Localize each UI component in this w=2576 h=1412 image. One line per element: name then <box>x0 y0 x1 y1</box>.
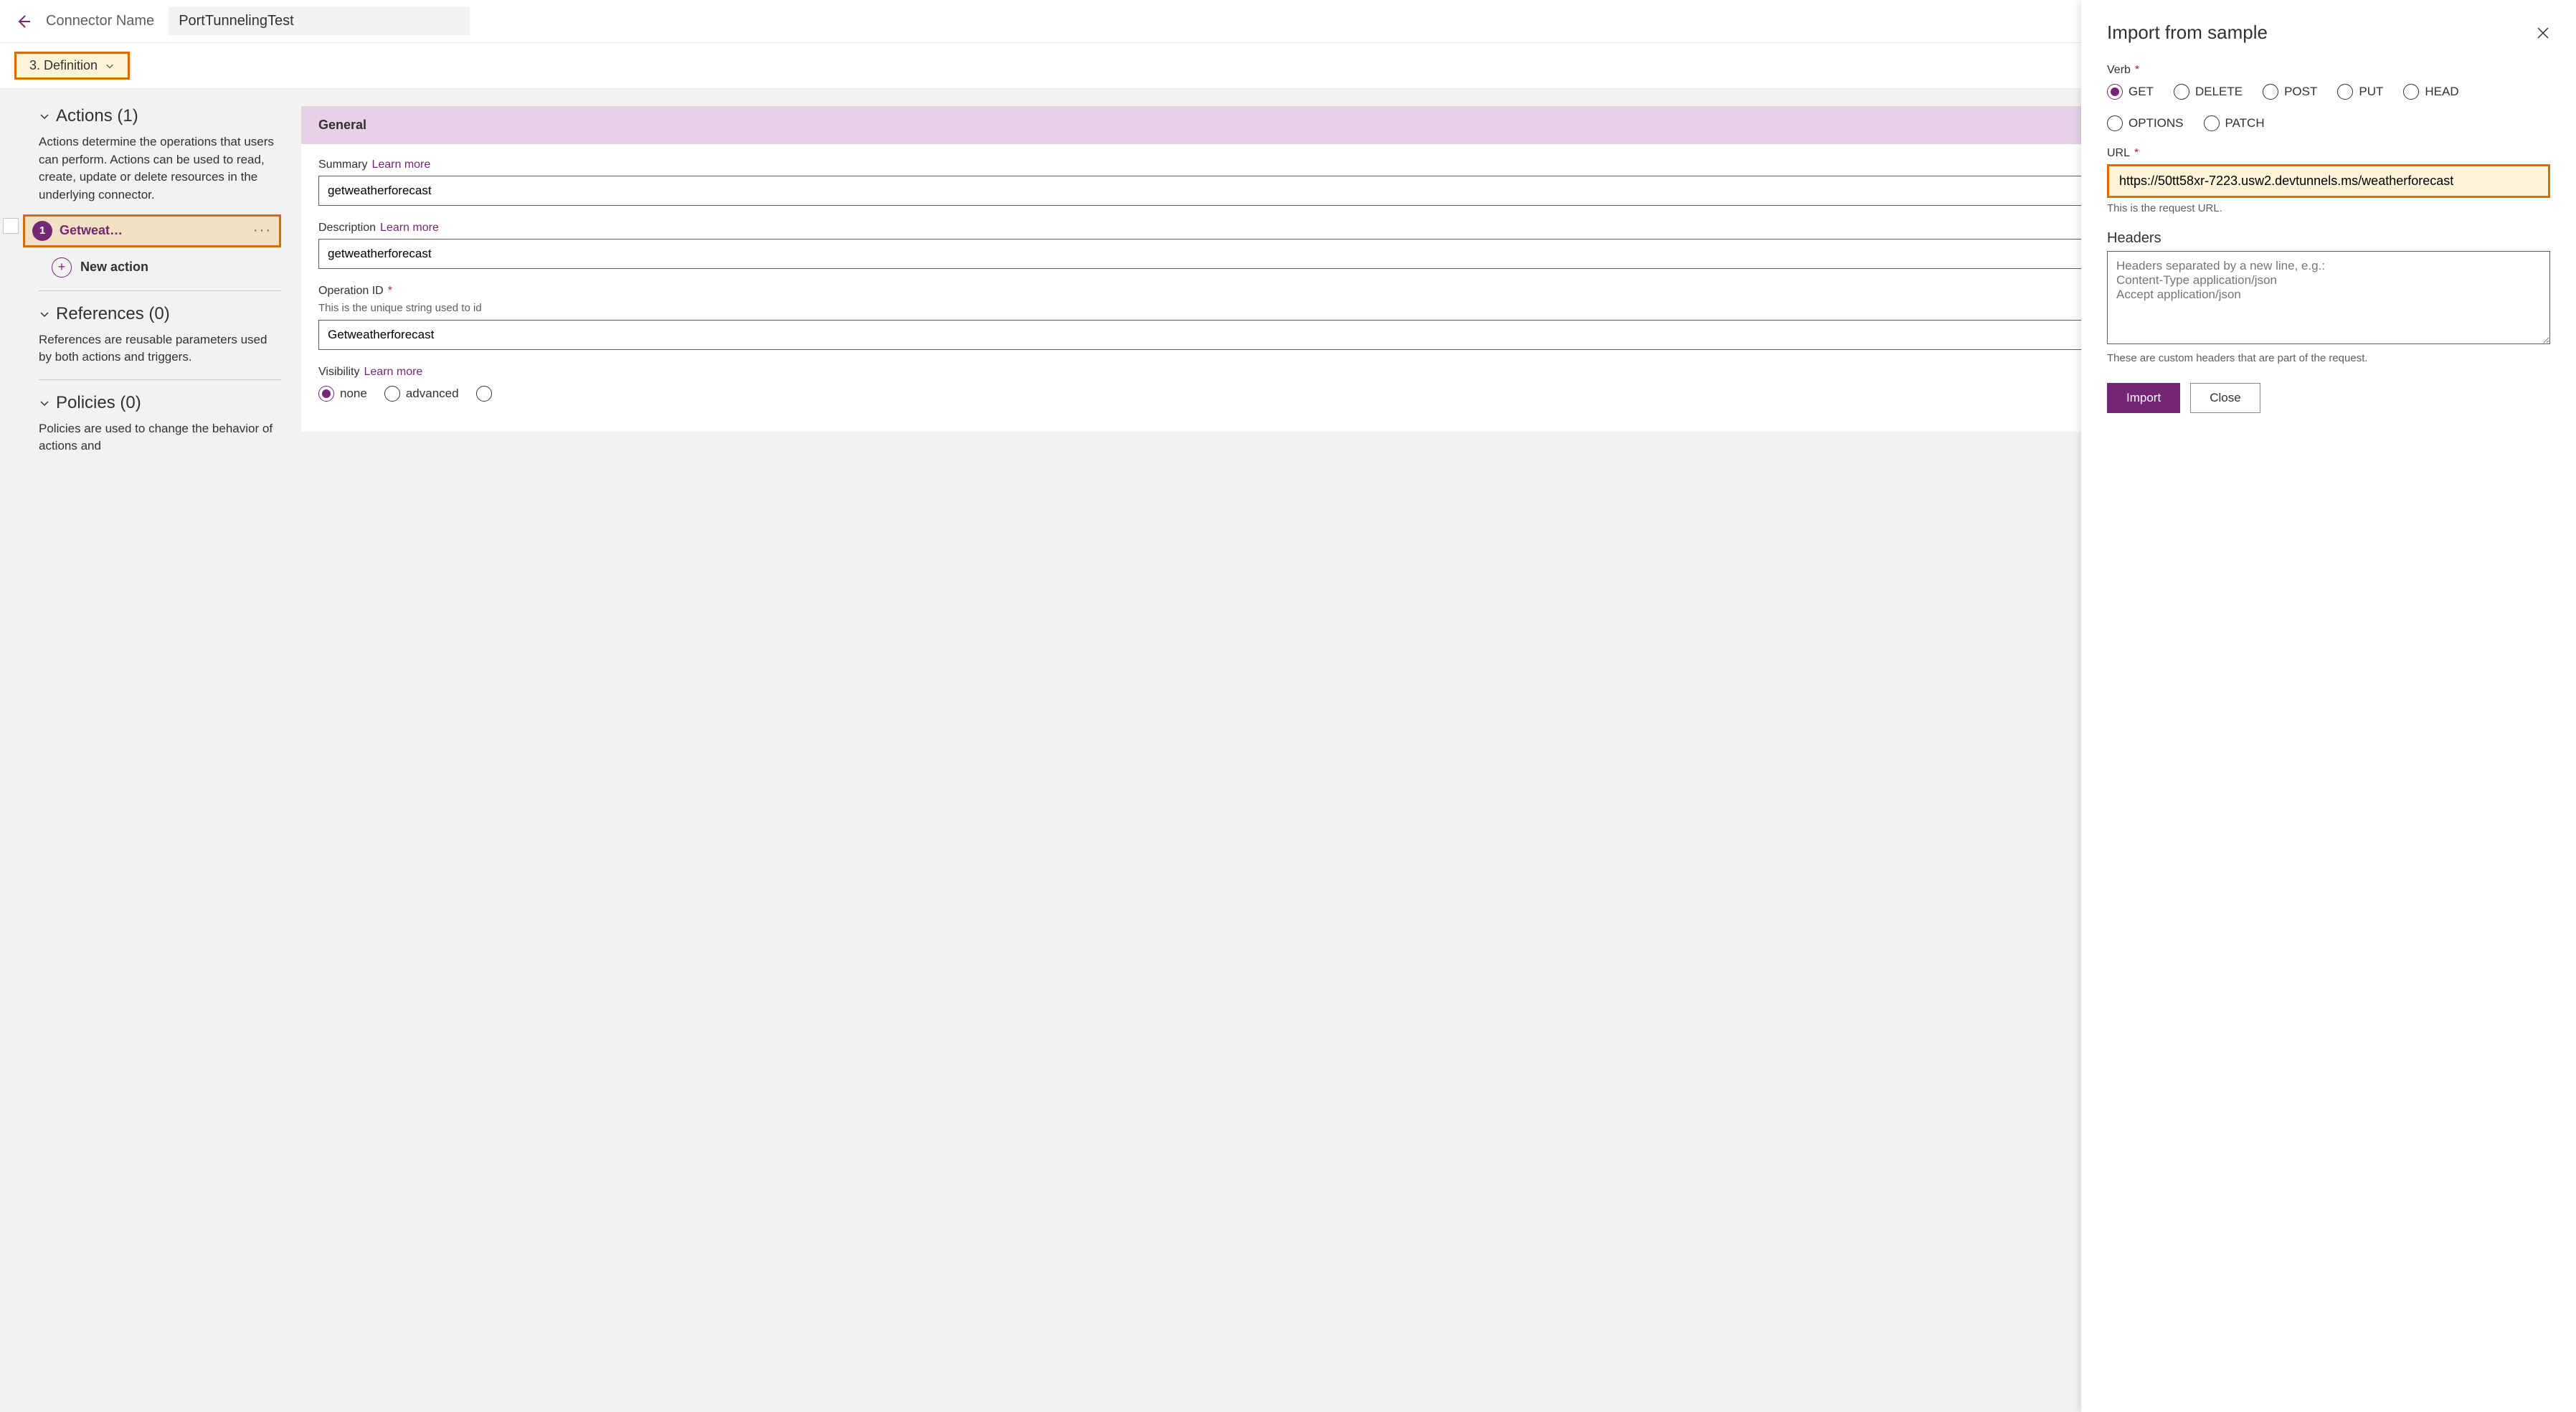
step-definition-dropdown[interactable]: 3. Definition <box>14 52 130 80</box>
plus-icon: + <box>52 257 72 278</box>
action-overflow-icon[interactable]: ··· <box>253 222 272 239</box>
action-number-badge: 1 <box>32 221 52 241</box>
headers-label: Headers <box>2107 230 2161 247</box>
new-action-button[interactable]: + New action <box>39 257 281 278</box>
action-item[interactable]: 1 Getweat… ··· <box>23 214 281 247</box>
step-label: 3. Definition <box>29 58 98 73</box>
chevron-down-icon <box>39 308 50 320</box>
radio-icon <box>318 386 334 402</box>
headers-textarea[interactable] <box>2107 251 2550 344</box>
summary-learn-more-link[interactable]: Learn more <box>371 158 430 171</box>
visibility-learn-more-link[interactable]: Learn more <box>364 366 423 379</box>
visibility-option-advanced[interactable]: advanced <box>384 386 459 402</box>
radio-icon <box>384 386 400 402</box>
radio-icon <box>2174 84 2189 100</box>
required-indicator: * <box>2134 147 2139 160</box>
new-action-label: New action <box>80 260 148 275</box>
policies-description: Policies are used to change the behavior… <box>39 420 281 455</box>
url-input[interactable] <box>2107 164 2550 198</box>
import-from-sample-panel: Import from sample Verb * GET DELETE POST P… <box>2081 0 2576 1412</box>
description-label: Description <box>318 222 376 234</box>
visibility-option-none[interactable]: none <box>318 386 367 402</box>
connector-name-input[interactable] <box>169 7 470 35</box>
verb-label: Verb <box>2107 64 2131 77</box>
chevron-down-icon <box>39 110 50 122</box>
verb-option-post[interactable]: POST <box>2263 84 2317 100</box>
required-indicator: * <box>2135 64 2139 77</box>
radio-icon <box>2107 84 2123 100</box>
policies-title: Policies (0) <box>56 393 141 413</box>
radio-icon <box>2204 115 2220 131</box>
close-icon[interactable] <box>2536 26 2550 40</box>
connector-name-label: Connector Name <box>46 13 154 29</box>
description-learn-more-link[interactable]: Learn more <box>380 222 439 234</box>
actions-description: Actions determine the operations that us… <box>39 133 281 204</box>
summary-label: Summary <box>318 158 367 171</box>
operation-id-label: Operation ID <box>318 285 384 298</box>
radio-icon <box>476 386 492 402</box>
url-label: URL <box>2107 147 2130 160</box>
verb-option-options[interactable]: OPTIONS <box>2107 115 2184 131</box>
close-button[interactable]: Close <box>2190 383 2260 413</box>
action-select-checkbox[interactable] <box>3 218 19 234</box>
divider <box>39 290 281 291</box>
verb-option-get[interactable]: GET <box>2107 84 2154 100</box>
visibility-label: Visibility <box>318 366 360 379</box>
policies-section-header[interactable]: Policies (0) <box>39 393 281 413</box>
references-section-header[interactable]: References (0) <box>39 304 281 324</box>
chevron-down-icon <box>105 61 115 71</box>
required-indicator: * <box>388 285 392 298</box>
actions-section-header[interactable]: Actions (1) <box>39 106 281 126</box>
import-button[interactable]: Import <box>2107 383 2180 413</box>
url-help: This is the request URL. <box>2107 202 2550 214</box>
chevron-down-icon <box>39 397 50 409</box>
headers-help: These are custom headers that are part o… <box>2107 352 2550 364</box>
back-icon[interactable] <box>14 13 32 30</box>
radio-icon <box>2107 115 2123 131</box>
radio-icon <box>2403 84 2419 100</box>
action-item-label: Getweat… <box>60 223 246 238</box>
verb-option-head[interactable]: HEAD <box>2403 84 2458 100</box>
left-sidebar: Actions (1) Actions determine the operat… <box>0 89 301 1412</box>
references-description: References are reusable parameters used … <box>39 331 281 366</box>
panel-title: Import from sample <box>2107 22 2268 44</box>
visibility-option-more[interactable] <box>476 386 492 402</box>
radio-icon <box>2263 84 2278 100</box>
verb-option-patch[interactable]: PATCH <box>2204 115 2265 131</box>
references-title: References (0) <box>56 304 170 324</box>
verb-option-put[interactable]: PUT <box>2337 84 2383 100</box>
verb-option-delete[interactable]: DELETE <box>2174 84 2243 100</box>
actions-title: Actions (1) <box>56 106 138 126</box>
divider <box>39 379 281 380</box>
radio-icon <box>2337 84 2353 100</box>
